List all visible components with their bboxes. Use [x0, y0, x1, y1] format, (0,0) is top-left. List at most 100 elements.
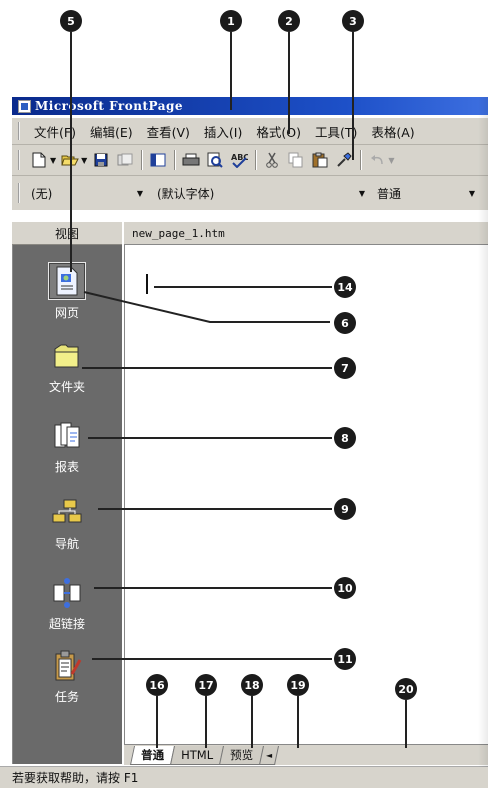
menu-tools[interactable]: 工具(T): [308, 122, 364, 141]
new-page-button[interactable]: [28, 149, 50, 171]
scissors-icon: [266, 152, 279, 168]
font-dropdown[interactable]: (默认字体) ▼: [147, 182, 369, 204]
callout-badge: 14: [334, 276, 356, 298]
view-reports-label: 报表: [54, 460, 79, 474]
callout-line: [94, 587, 332, 589]
hyperlinks-icon: [49, 575, 85, 611]
tab-preview-label: 预览: [230, 748, 254, 762]
cut-button[interactable]: [261, 149, 283, 171]
callout-badge: 11: [334, 648, 356, 670]
views-header-label: 视图: [54, 226, 79, 241]
tab-html[interactable]: HTML: [169, 746, 225, 765]
menu-file[interactable]: 文件(F): [27, 122, 83, 141]
callout-line: [92, 658, 332, 660]
callout-badge: 7: [334, 357, 356, 379]
document-tab[interactable]: new_page_1.htm: [124, 227, 225, 240]
undo-dropdown-arrow[interactable]: ▼: [388, 156, 394, 165]
callout-badge: 18: [241, 674, 263, 696]
view-tasks[interactable]: 任务: [12, 648, 122, 705]
document-tab-bar: new_page_1.htm: [124, 222, 488, 245]
menu-insert[interactable]: 插入(I): [197, 122, 249, 141]
menu-view[interactable]: 查看(V): [140, 122, 197, 141]
font-size-dropdown[interactable]: 普通 ▼: [369, 182, 479, 204]
menu-bar: 文件(F) 编辑(E) 查看(V) 插入(I) 格式(O) 工具(T) 表格(A…: [12, 118, 488, 145]
callout-badge: 1: [220, 10, 242, 32]
callout-badge: 9: [334, 498, 356, 520]
callout-line: [88, 437, 332, 439]
callout-line: [83, 291, 330, 323]
menubar-grip-handle[interactable]: [18, 122, 23, 140]
spelling-button[interactable]: ABC: [228, 149, 250, 171]
view-hyperlinks[interactable]: 超链接: [12, 575, 122, 632]
callout-line: [251, 696, 253, 748]
callout-line: [230, 32, 232, 110]
undo-arrow-icon: [371, 155, 384, 165]
toolbar-separator: [255, 150, 257, 170]
callout-line: [288, 32, 290, 134]
copy-icon: [288, 152, 303, 168]
save-button[interactable]: [90, 149, 112, 171]
callout-badge: 17: [195, 674, 217, 696]
print-button[interactable]: [180, 149, 202, 171]
publish-button[interactable]: [114, 149, 136, 171]
callout-badge: 6: [334, 312, 356, 334]
undo-button[interactable]: [366, 149, 388, 171]
print-preview-button[interactable]: [204, 149, 226, 171]
font-value: (默认字体): [157, 186, 215, 201]
toolbar-grip-handle[interactable]: [18, 150, 23, 170]
navigation-icon: [49, 495, 85, 531]
callout-badge: 20: [395, 678, 417, 700]
view-reports[interactable]: 报表: [12, 418, 122, 475]
callout-line: [70, 32, 72, 272]
view-folders-label: 文件夹: [48, 380, 85, 394]
formatbar-grip-handle[interactable]: [18, 183, 23, 203]
status-text: 若要获取帮助，请按 F1: [12, 771, 139, 785]
status-bar: 若要获取帮助，请按 F1: [0, 766, 488, 788]
callout-badge: 3: [342, 10, 364, 32]
chevron-down-icon: ▼: [468, 188, 475, 198]
reports-icon: [49, 418, 85, 454]
views-bar-header: 视图: [12, 222, 122, 245]
callout-line: [156, 696, 158, 748]
callout-line: [98, 508, 332, 510]
callout-badge: 2: [278, 10, 300, 32]
frontpage-app-icon: [18, 99, 31, 113]
paste-button[interactable]: [309, 149, 331, 171]
callout-badge: 19: [287, 674, 309, 696]
view-page-label: 网页: [54, 306, 79, 320]
tab-html-label: HTML: [181, 748, 214, 762]
view-tasks-label: 任务: [54, 690, 79, 704]
window-title: Microsoft FrontPage: [35, 99, 184, 113]
copy-button[interactable]: [285, 149, 307, 171]
open-dropdown-arrow[interactable]: ▼: [81, 156, 87, 165]
tasks-icon: [49, 648, 85, 684]
menu-edit[interactable]: 编辑(E): [83, 122, 140, 141]
tab-normal[interactable]: 普通: [129, 746, 176, 765]
callout-line: [352, 32, 354, 160]
new-dropdown-arrow[interactable]: ▼: [50, 156, 56, 165]
toolbar-separator: [141, 150, 143, 170]
chevron-left-icon: ◄: [266, 750, 273, 760]
view-hyperlinks-label: 超链接: [48, 617, 85, 631]
menu-format[interactable]: 格式(O): [249, 122, 308, 141]
toolbar-separator: [360, 150, 362, 170]
view-navigation[interactable]: 导航: [12, 495, 122, 552]
callout-badge: 10: [334, 577, 356, 599]
callout-badge: 8: [334, 427, 356, 449]
style-dropdown[interactable]: (无) ▼: [27, 182, 147, 204]
callout-line: [82, 367, 332, 369]
view-mode-tabs: 普通 HTML 预览 ◄: [124, 744, 488, 765]
new-page-icon: [32, 152, 46, 168]
toggle-folder-list-button[interactable]: [147, 149, 169, 171]
callout-line: [405, 700, 407, 748]
formatting-toolbar: (无) ▼ (默认字体) ▼ 普通 ▼: [12, 176, 488, 210]
title-bar: Microsoft FrontPage: [12, 97, 488, 115]
folder-icon: [49, 338, 85, 374]
menu-table[interactable]: 表格(A): [364, 122, 421, 141]
style-value: (无): [31, 186, 53, 201]
font-size-value: 普通: [377, 186, 402, 201]
tab-scroll-left-button[interactable]: ◄: [258, 746, 280, 765]
format-painter-brush-icon: [337, 152, 352, 167]
callout-badge: 16: [146, 674, 168, 696]
tab-preview[interactable]: 预览: [218, 746, 265, 765]
